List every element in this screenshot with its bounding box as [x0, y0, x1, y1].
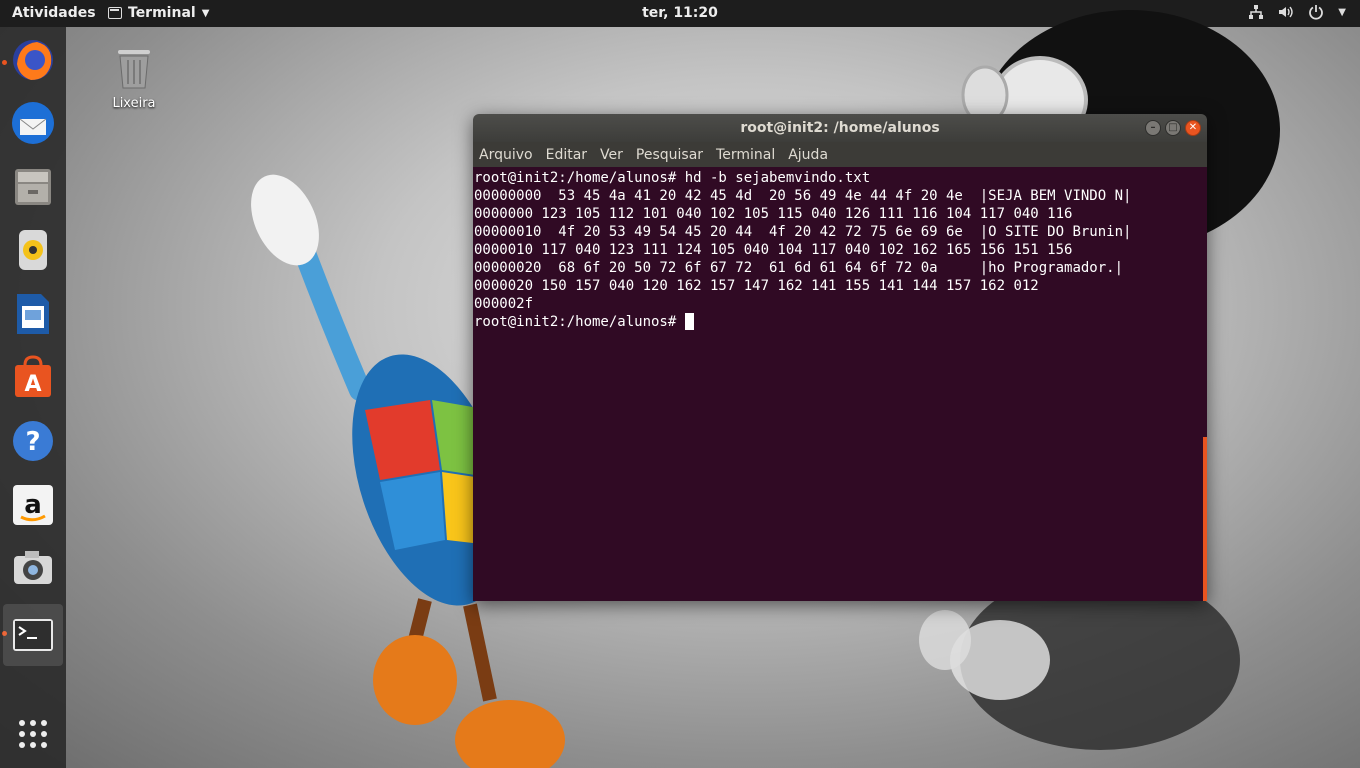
close-button[interactable]: ✕ [1185, 120, 1201, 136]
terminal-icon [13, 619, 53, 651]
desktop-trash[interactable]: Lixeira [106, 44, 162, 111]
terminal-window[interactable]: root@init2: /home/alunos – □ ✕ Arquivo E… [473, 114, 1207, 601]
minimize-icon: – [1150, 122, 1156, 133]
rhythmbox-icon [19, 230, 47, 270]
terminal-line: 00000010 4f 20 53 49 54 45 20 44 4f 20 4… [474, 224, 1132, 240]
dock-writer[interactable] [9, 290, 57, 338]
dock-firefox[interactable] [9, 36, 57, 84]
thunderbird-icon [12, 102, 54, 144]
terminal-line: 000002f [474, 296, 534, 312]
window-title: root@init2: /home/alunos [740, 120, 940, 136]
dock-help[interactable]: ? [9, 417, 57, 465]
terminal-prompt: root@init2:/home/alunos# [474, 314, 685, 330]
dock-terminal[interactable] [3, 604, 63, 666]
amazon-icon: a [13, 485, 53, 525]
menu-ver[interactable]: Ver [600, 147, 623, 163]
trash-label: Lixeira [112, 96, 156, 111]
dock-files[interactable] [9, 163, 57, 211]
terminal-menubar: Arquivo Editar Ver Pesquisar Terminal Aj… [473, 142, 1207, 167]
dock-rhythmbox[interactable] [9, 226, 57, 274]
svg-text:a: a [24, 490, 42, 520]
minimize-button[interactable]: – [1145, 120, 1161, 136]
terminal-line: 0000000 123 105 112 101 040 102 105 115 … [474, 206, 1073, 222]
writer-icon [17, 294, 49, 334]
maximize-button[interactable]: □ [1165, 120, 1181, 136]
dock-software[interactable]: A [9, 353, 57, 401]
help-icon: ? [13, 421, 53, 461]
trash-icon [118, 50, 150, 89]
menu-ajuda[interactable]: Ajuda [788, 147, 828, 163]
terminal-line: 00000020 68 6f 20 50 72 6f 67 72 61 6d 6… [474, 260, 1124, 276]
app-grid-icon [19, 720, 47, 748]
software-icon: A [15, 355, 51, 397]
terminal-line: root@init2:/home/alunos# hd -b sejabemvi… [474, 170, 871, 186]
dock: A ? a [0, 27, 66, 768]
camera-icon [14, 551, 52, 584]
terminal-line: 00000000 53 45 4a 41 20 42 45 4d 20 56 4… [474, 188, 1132, 204]
menu-pesquisar[interactable]: Pesquisar [636, 147, 703, 163]
dock-thunderbird[interactable] [9, 99, 57, 147]
menu-editar[interactable]: Editar [546, 147, 587, 163]
firefox-icon [13, 40, 53, 80]
window-titlebar[interactable]: root@init2: /home/alunos – □ ✕ [473, 114, 1207, 142]
dock-show-apps[interactable] [9, 710, 57, 758]
running-indicator [2, 60, 7, 65]
close-icon: ✕ [1188, 122, 1198, 133]
terminal-cursor [684, 313, 694, 330]
svg-text:A: A [24, 372, 41, 397]
menu-arquivo[interactable]: Arquivo [479, 147, 533, 163]
terminal-line: 0000020 150 157 040 120 162 157 147 162 … [474, 278, 1039, 294]
terminal-output[interactable]: root@init2:/home/alunos# hd -b sejabemvi… [473, 167, 1207, 601]
maximize-icon: □ [1168, 122, 1178, 133]
terminal-line: 0000010 117 040 123 111 124 105 040 104 … [474, 242, 1073, 258]
files-icon [15, 169, 51, 205]
dock-shotwell[interactable] [9, 544, 57, 592]
dock-amazon[interactable]: a [9, 481, 57, 529]
terminal-scrollbar[interactable] [1203, 437, 1207, 601]
menu-terminal[interactable]: Terminal [716, 147, 775, 163]
terminal-prompt-line: root@init2:/home/alunos# [474, 313, 1206, 331]
svg-text:?: ? [25, 427, 40, 457]
